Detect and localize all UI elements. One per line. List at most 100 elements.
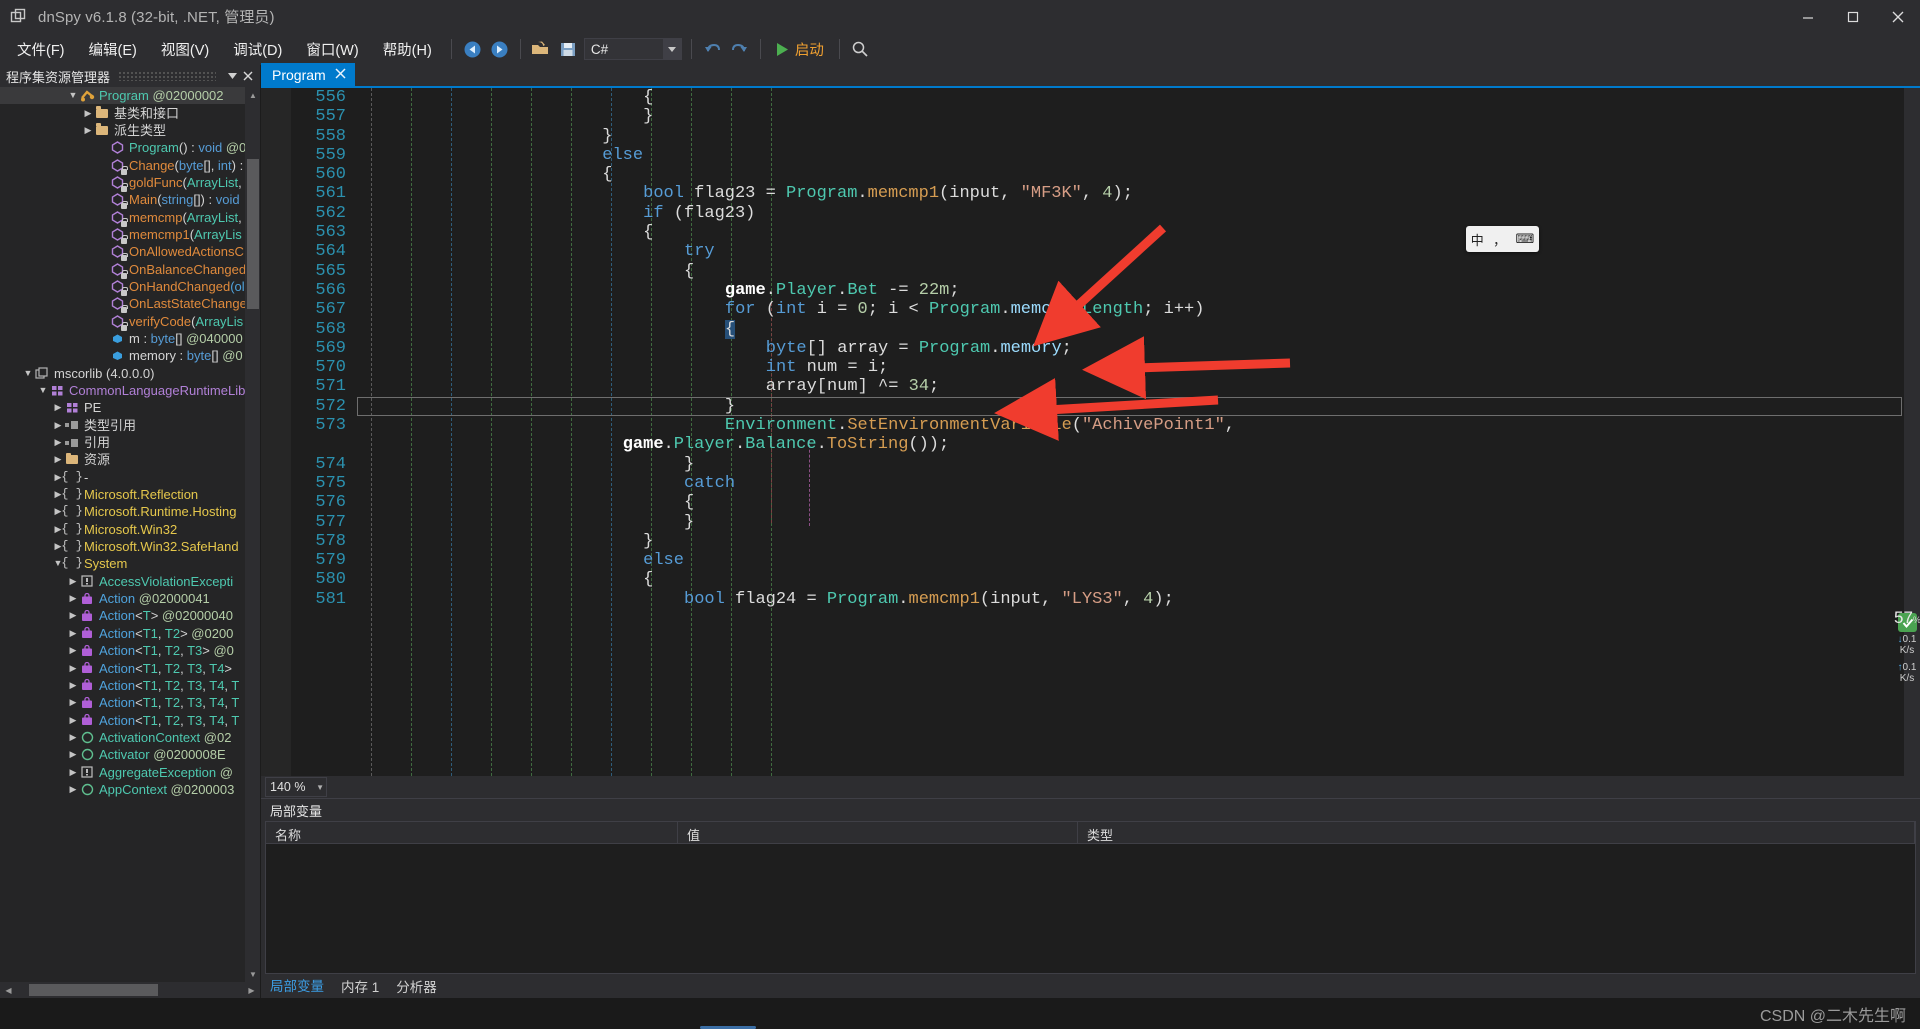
tree-item[interactable]: ▶ AggregateException @ — [0, 763, 260, 780]
tree-item[interactable]: Program() : void @0 — [0, 139, 260, 156]
assembly-tree[interactable]: ▼ Program @02000002 ▶ 基类和接口 ▶ 派生类型 Program() :… — [0, 87, 260, 982]
collapse-icon[interactable]: ▼ — [37, 382, 49, 399]
tree-item[interactable]: ▶ Action<T1, T2, T3, T4, T — [0, 677, 260, 694]
tree-item[interactable]: ▶{ } Microsoft.Reflection — [0, 486, 260, 503]
tab-analyzer[interactable]: 分析器 — [396, 976, 437, 996]
code-text[interactable]: { — [357, 319, 736, 339]
redo-icon[interactable] — [726, 37, 753, 62]
tree-item[interactable]: ▶{ } - — [0, 469, 260, 486]
code-text[interactable]: bool flag23 = Program.memcmp1(input, "MF… — [357, 184, 1133, 203]
locals-grid-body[interactable] — [266, 844, 1915, 973]
scroll-down-icon[interactable]: ▼ — [247, 967, 259, 981]
tree-item[interactable]: ▶ Action<T1, T2, T3, T4, T — [0, 694, 260, 711]
tree-item[interactable]: ▶ 派生类型 — [0, 122, 260, 139]
code-line[interactable]: 580 { — [261, 570, 1920, 589]
scroll-left-icon[interactable]: ◀ — [2, 986, 15, 995]
tree-item[interactable]: ▶ AppContext @0200003 — [0, 781, 260, 798]
expand-icon[interactable]: ▶ — [67, 764, 79, 781]
expand-icon[interactable]: ▶ — [67, 625, 79, 642]
expand-icon[interactable]: ▶ — [52, 434, 64, 451]
code-text[interactable]: { — [357, 223, 653, 242]
forward-arrow-icon[interactable] — [486, 37, 513, 62]
code-line[interactable]: 577} — [261, 513, 1920, 532]
code-text[interactable]: } — [357, 455, 694, 474]
code-text[interactable]: } — [357, 127, 612, 146]
minimize-button[interactable] — [1785, 0, 1830, 33]
expand-icon[interactable]: ▶ — [67, 677, 79, 694]
menu-help[interactable]: 帮助(H) — [371, 35, 444, 64]
tree-item[interactable]: ▶ AccessViolationExcepti — [0, 573, 260, 590]
punctuation-icon[interactable]: ， — [1493, 230, 1506, 249]
code-text[interactable]: game.Player.Balance.ToString()); — [357, 435, 950, 454]
tree-item[interactable]: ▶ PE — [0, 399, 260, 416]
code-text[interactable]: array[num] ^= 34; — [357, 377, 939, 396]
expand-icon[interactable]: ▶ — [67, 781, 79, 798]
code-text[interactable]: } — [357, 107, 653, 126]
tree-item[interactable]: ▶ Action<T1, T2, T3> @0 — [0, 642, 260, 659]
code-text[interactable]: byte[] array = Program.memory; — [357, 339, 1072, 358]
zoom-level-combo[interactable]: 140 % ▼ — [265, 777, 327, 797]
chevron-down-icon[interactable] — [662, 39, 681, 59]
tree-item[interactable]: ▶{ } Microsoft.Win32.SafeHand — [0, 538, 260, 555]
maximize-button[interactable] — [1830, 0, 1875, 33]
back-arrow-icon[interactable] — [459, 37, 486, 62]
code-text[interactable]: { — [357, 262, 694, 281]
code-line[interactable]: 562 if (flag23) — [261, 204, 1920, 223]
code-text[interactable]: { — [357, 493, 694, 512]
tree-item[interactable]: verifyCode(ArrayLis — [0, 312, 260, 331]
undo-icon[interactable] — [699, 37, 726, 62]
menu-window[interactable]: 窗口(W) — [294, 35, 370, 64]
locals-grid[interactable]: 名称 值 类型 — [265, 821, 1916, 974]
ime-mode-label[interactable]: 中 — [1471, 230, 1484, 249]
open-folder-icon[interactable] — [528, 37, 555, 62]
code-text[interactable]: for (int i = 0; i < Program.memory.Lengt… — [357, 300, 1205, 319]
code-line[interactable]: 575 catch — [261, 474, 1920, 493]
start-debug-button[interactable]: 启动 — [768, 37, 832, 62]
code-text[interactable]: { — [357, 88, 653, 107]
close-button[interactable] — [1875, 0, 1920, 33]
tree-item[interactable]: ▶ Action @02000041 — [0, 590, 260, 607]
menu-file[interactable]: 文件(F) — [5, 35, 77, 64]
code-line[interactable]: 564 try — [261, 242, 1920, 261]
keyboard-icon[interactable]: ⌨ — [1516, 231, 1535, 247]
expand-icon[interactable]: ▶ — [67, 694, 79, 711]
expand-icon[interactable]: ▶ — [82, 122, 94, 139]
expand-icon[interactable]: ▶ — [67, 712, 79, 729]
close-icon[interactable] — [240, 68, 256, 84]
code-lines[interactable]: 556{557} 558} 559 else 560{561 bool flag23 = … — [261, 88, 1920, 776]
code-line[interactable]: 565 { — [261, 262, 1920, 281]
tree-item[interactable]: ▶ Action<T1, T2, T3, T4, T — [0, 711, 260, 728]
column-value[interactable]: 值 — [678, 822, 1078, 843]
code-text[interactable]: } — [357, 513, 694, 532]
expand-icon[interactable]: ▶ — [52, 417, 64, 434]
hscroll-thumb[interactable] — [28, 984, 158, 996]
tree-item[interactable]: OnAllowedActionsC — [0, 243, 260, 262]
tree-item[interactable]: ▶ Activator @0200008E — [0, 746, 260, 763]
tree-item[interactable]: ▼ CommonLanguageRuntimeLib — [0, 382, 260, 399]
tree-item[interactable]: OnBalanceChanged — [0, 260, 260, 279]
tree-item[interactable]: goldFunc(ArrayList, — [0, 174, 260, 192]
code-text[interactable]: else — [357, 551, 684, 570]
tree-item[interactable]: ▶ Action<T1, T2> @0200 — [0, 625, 260, 642]
tree-item[interactable]: OnHandChanged(ol — [0, 278, 260, 296]
close-icon[interactable] — [335, 67, 346, 82]
tree-item[interactable]: ▶ 引用 — [0, 434, 260, 451]
code-line[interactable]: 573 Environment.SetEnvironmentVariable("A… — [261, 416, 1920, 435]
code-line[interactable]: game.Player.Balance.ToString()); — [261, 435, 1920, 454]
code-line[interactable]: 578} — [261, 532, 1920, 551]
code-text[interactable]: int num = i; — [357, 358, 888, 377]
code-text[interactable]: Environment.SetEnvironmentVariable("Achi… — [357, 416, 1235, 435]
code-line[interactable]: 558} — [261, 127, 1920, 146]
tree-horizontal-scrollbar[interactable]: ◀ ▶ — [0, 982, 260, 998]
menu-edit[interactable]: 编辑(E) — [77, 35, 149, 64]
code-line[interactable]: 561 bool flag23 = Program.memcmp1(input, … — [261, 184, 1920, 203]
tab-program[interactable]: Program — [261, 63, 355, 86]
tree-item[interactable]: ▶{ } Microsoft.Win32 — [0, 521, 260, 538]
tree-item[interactable]: memcmp(ArrayList, — [0, 208, 260, 227]
code-text[interactable]: game.Player.Bet -= 22m; — [357, 281, 960, 300]
tree-item[interactable]: ▶ Action<T> @02000040 — [0, 607, 260, 624]
tree-item[interactable]: ▼{ } System — [0, 555, 260, 572]
collapse-icon[interactable]: ▼ — [22, 365, 34, 382]
chevron-down-icon[interactable] — [224, 68, 240, 84]
code-text[interactable]: { — [357, 570, 653, 589]
